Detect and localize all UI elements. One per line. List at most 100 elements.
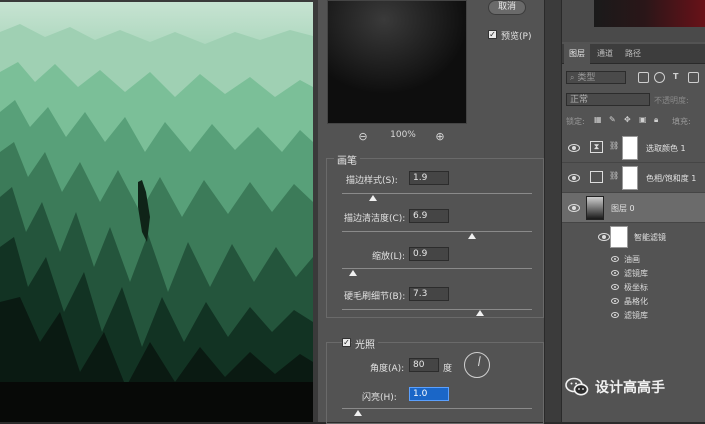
- zoom-in-icon[interactable]: ⊕: [434, 130, 446, 143]
- visibility-eye-icon[interactable]: [568, 174, 580, 182]
- stroke-style-slider-track[interactable]: [342, 193, 532, 194]
- scale-label: 缩放(L):: [372, 252, 406, 262]
- lock-label: 锁定:: [566, 117, 585, 126]
- scale-slider-thumb[interactable]: [349, 270, 357, 276]
- filter-name[interactable]: 油画: [624, 254, 640, 265]
- panel-tabs: 图层 通道 路径: [562, 44, 705, 64]
- filter-type-icon[interactable]: T: [673, 72, 678, 81]
- layer-row-layer-0[interactable]: 图层 0: [562, 193, 705, 223]
- layer-name[interactable]: 选取颜色 1: [646, 143, 686, 154]
- filter-name[interactable]: 晶格化: [624, 296, 648, 307]
- lighting-group-title: 光照: [352, 336, 378, 351]
- scale-slider-track[interactable]: [342, 268, 532, 269]
- filter-name[interactable]: 滤镜库: [624, 310, 648, 321]
- smart-filters-label: 智能滤镜: [634, 233, 666, 242]
- cancel-button[interactable]: 取消: [488, 0, 526, 15]
- bristle-detail-label: 硬毛刷细节(B):: [344, 292, 406, 302]
- angle-input[interactable]: 80: [409, 358, 439, 372]
- filter-adjustment-icon[interactable]: [654, 72, 665, 83]
- angle-dial[interactable]: [464, 352, 490, 378]
- layer-mask-thumbnail[interactable]: [622, 166, 638, 190]
- zoom-level: 100%: [390, 130, 416, 140]
- lock-image-icon[interactable]: ✎: [609, 115, 616, 124]
- visibility-eye-icon[interactable]: [598, 233, 610, 241]
- smart-filter-mask-thumbnail[interactable]: [610, 226, 628, 248]
- link-chain-icon: ⛓︎: [609, 171, 620, 180]
- tab-channels[interactable]: 通道: [592, 44, 618, 64]
- panel-divider: [544, 0, 561, 422]
- bristle-detail-input[interactable]: 7.3: [409, 287, 449, 301]
- lock-artboard-icon[interactable]: ▣: [639, 115, 647, 124]
- layers-panel: 图层 通道 路径 ⌕ 类型 T 正常 不透明度: 锁定: ▦ ✎ ✥ ▣ 🔒︎ …: [561, 0, 705, 422]
- oil-paint-dialog: ⊖ 100% ⊕ 取消 ✓ 预览(P) 画笔 描边样式(S): 1.9 描边清洁…: [318, 0, 561, 424]
- shine-slider-thumb[interactable]: [354, 410, 362, 416]
- bristle-detail-slider-track[interactable]: [342, 309, 532, 310]
- visibility-eye-icon[interactable]: [611, 256, 619, 262]
- angle-unit: 度: [443, 364, 453, 374]
- blend-mode-value: 正常: [570, 95, 589, 105]
- stroke-cleanliness-slider-thumb[interactable]: [468, 233, 476, 239]
- preview-label: 预览(P): [501, 32, 532, 42]
- canvas-frame: [0, 0, 318, 422]
- opacity-label: 不透明度:: [654, 96, 689, 105]
- search-icon: ⌕: [570, 73, 575, 82]
- filter-pixel-icon[interactable]: [638, 72, 649, 83]
- scale-input[interactable]: 0.9: [409, 247, 449, 261]
- fill-label: 填充:: [672, 117, 691, 126]
- lock-position-icon[interactable]: ✥: [624, 115, 631, 124]
- visibility-eye-icon[interactable]: [568, 144, 580, 152]
- preview-image: [328, 1, 466, 123]
- selective-color-icon: ⧗: [590, 141, 603, 153]
- visibility-eye-icon[interactable]: [568, 204, 580, 212]
- filter-shape-icon[interactable]: [688, 72, 699, 83]
- stroke-cleanliness-input[interactable]: 6.9: [409, 209, 449, 223]
- visibility-eye-icon[interactable]: [611, 284, 619, 290]
- layer-name[interactable]: 图层 0: [611, 203, 635, 214]
- layer-row-selective-color[interactable]: ⧗ ⛓︎ 选取颜色 1: [562, 133, 705, 163]
- lock-transparent-icon[interactable]: ▦: [594, 115, 602, 124]
- layer-mask-thumbnail[interactable]: [622, 136, 638, 160]
- shine-input[interactable]: 1.0: [409, 387, 449, 401]
- layer-filter-select[interactable]: ⌕ 类型: [566, 71, 626, 84]
- stroke-style-input[interactable]: 1.9: [409, 171, 449, 185]
- color-picker-field[interactable]: [594, 0, 705, 27]
- stroke-cleanliness-label: 描边清洁度(C):: [344, 214, 406, 224]
- bristle-detail-slider-thumb[interactable]: [476, 310, 484, 316]
- zoom-out-icon[interactable]: ⊖: [357, 130, 369, 143]
- filter-preview[interactable]: [327, 0, 467, 124]
- stroke-cleanliness-slider-track[interactable]: [342, 231, 532, 232]
- filter-name[interactable]: 极坐标: [624, 282, 648, 293]
- angle-label: 角度(A):: [370, 364, 405, 374]
- visibility-eye-icon[interactable]: [611, 312, 619, 318]
- tab-paths[interactable]: 路径: [620, 44, 646, 64]
- watermark: 设计高高手: [565, 377, 665, 397]
- color-panel: [562, 0, 705, 42]
- filter-item[interactable]: 油画: [562, 252, 705, 266]
- layer-filter-label: 类型: [577, 73, 596, 83]
- lighting-checkbox[interactable]: ✓: [342, 338, 351, 347]
- blend-mode-select[interactable]: 正常: [566, 93, 650, 106]
- preview-checkbox[interactable]: ✓: [488, 30, 497, 39]
- layer-row-hue-saturation[interactable]: ⛓︎ 色相/饱和度 1: [562, 163, 705, 193]
- tab-layers[interactable]: 图层: [564, 44, 590, 64]
- hue-saturation-icon: [590, 171, 603, 183]
- filter-name[interactable]: 滤镜库: [624, 268, 648, 279]
- filter-item[interactable]: 晶格化: [562, 294, 705, 308]
- stroke-style-slider-thumb[interactable]: [369, 195, 377, 201]
- watermark-text: 设计高高手: [595, 380, 665, 396]
- shine-slider-track[interactable]: [342, 408, 532, 409]
- filter-item[interactable]: 极坐标: [562, 280, 705, 294]
- visibility-eye-icon[interactable]: [611, 270, 619, 276]
- layer-name[interactable]: 色相/饱和度 1: [646, 173, 696, 184]
- lock-all-icon[interactable]: 🔒︎: [654, 115, 658, 125]
- smart-filters-row[interactable]: 智能滤镜: [562, 224, 705, 250]
- smart-object-icon[interactable]: [586, 196, 604, 220]
- filter-item[interactable]: 滤镜库: [562, 266, 705, 280]
- link-chain-icon: ⛓︎: [609, 141, 620, 150]
- stroke-style-label: 描边样式(S):: [346, 176, 398, 186]
- visibility-eye-icon[interactable]: [611, 298, 619, 304]
- filter-item[interactable]: 滤镜库: [562, 308, 705, 322]
- wechat-icon: [565, 377, 589, 397]
- document-canvas[interactable]: [0, 2, 313, 422]
- angle-dial-needle: [478, 356, 481, 367]
